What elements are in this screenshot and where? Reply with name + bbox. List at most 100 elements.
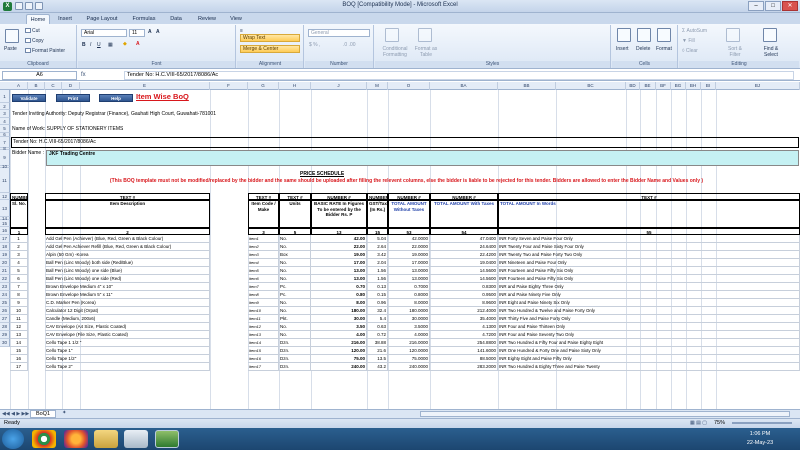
bidder-name-field[interactable]: JKF Trading Centre [46, 150, 799, 166]
maximize-button[interactable]: □ [765, 1, 781, 11]
rate-input-cell[interactable]: 19.00 [311, 251, 367, 259]
decimal-icon[interactable]: .0 .00 [343, 42, 356, 48]
tab-formulas[interactable]: Formulas [127, 14, 161, 24]
font-name-select[interactable]: Arial [81, 29, 127, 37]
tab-view[interactable]: View [225, 14, 247, 24]
clock-date[interactable]: 22-May-23 [730, 440, 790, 446]
column-header-bd[interactable]: BD [626, 82, 640, 90]
number-format-select[interactable]: General [308, 29, 370, 37]
start-button-icon[interactable] [2, 429, 24, 449]
row-header-12[interactable]: 12 [0, 193, 10, 200]
rate-input-cell[interactable]: 240.00 [311, 363, 367, 371]
column-header-h[interactable]: H [279, 82, 311, 90]
column-header-bi[interactable]: BI [701, 82, 716, 90]
row-header-4[interactable]: 4 [0, 118, 10, 125]
shrink-font-button[interactable]: A [156, 29, 160, 35]
table-cell[interactable]: item5 [248, 267, 279, 275]
column-header-m[interactable]: M [367, 82, 388, 90]
cut-button[interactable]: Cut [25, 28, 40, 34]
row-header-23[interactable]: 23 [0, 283, 10, 291]
merge-center-button[interactable]: Merge & Center [240, 45, 300, 53]
column-header-j[interactable]: J [311, 82, 367, 90]
tender-number[interactable]: Tender No: H.C.VIII-65/2017/8086/Ac [11, 137, 799, 148]
tab-page-layout[interactable]: Page Layout [82, 14, 122, 24]
excel-taskbar-icon[interactable] [155, 430, 179, 448]
row-header-18[interactable]: 18 [0, 243, 10, 251]
conditional-formatting-button[interactable]: Conditional Formatting [378, 46, 412, 58]
row-header-17[interactable]: 17 [0, 235, 10, 243]
zoom-slider[interactable] [732, 422, 792, 424]
sheet-nav-icon[interactable]: ◀◀ ◀ ▶ ▶▶ [2, 411, 29, 417]
find-select-button[interactable]: Find & Select [758, 46, 784, 58]
rate-input-cell[interactable]: 0.80 [311, 291, 367, 299]
table-cell[interactable]: item10 [248, 307, 279, 315]
row-header-19[interactable]: 19 [0, 251, 10, 259]
table-cell[interactable]: item8 [248, 291, 279, 299]
row-header-3[interactable]: 3 [0, 110, 10, 118]
clock-time[interactable]: 1:06 PM [730, 431, 790, 437]
conditional-formatting-icon[interactable] [385, 28, 399, 42]
column-header-a[interactable]: A [10, 82, 28, 90]
column-header-bj[interactable]: BJ [716, 82, 800, 90]
rate-input-cell[interactable]: 180.00 [311, 307, 367, 315]
copy-button[interactable]: Copy [25, 38, 44, 44]
validate-button[interactable]: Validate [12, 94, 46, 102]
table-cell[interactable]: item14 [248, 339, 279, 347]
format-painter-button[interactable]: Format Painter [25, 48, 65, 54]
format-cells-icon[interactable] [657, 28, 671, 42]
rate-input-cell[interactable]: 120.00 [311, 347, 367, 355]
fill-color-icon[interactable]: ◆ [123, 41, 127, 47]
print-button[interactable]: Print [56, 94, 90, 102]
row-header-30[interactable]: 30 [0, 339, 10, 347]
table-cell[interactable]: item7 [248, 283, 279, 291]
column-header-b[interactable]: B [28, 82, 45, 90]
row-header-27[interactable]: 27 [0, 315, 10, 323]
row-header-1[interactable]: 1 [0, 90, 10, 103]
sort-filter-icon[interactable] [726, 28, 740, 42]
table-cell[interactable]: item3 [248, 251, 279, 259]
column-header-e[interactable]: E [80, 82, 210, 90]
insert-sheet-icon[interactable]: ✦ [62, 410, 74, 418]
rate-input-cell[interactable]: 17.00 [311, 259, 367, 267]
insert-cells-icon[interactable] [617, 28, 631, 42]
column-header-bg[interactable]: BG [671, 82, 686, 90]
table-cell[interactable]: item15 [248, 347, 279, 355]
row-header-22[interactable]: 22 [0, 275, 10, 283]
delete-cells-icon[interactable] [637, 28, 651, 42]
column-header-ba[interactable]: BA [430, 82, 498, 90]
file-explorer-icon[interactable] [94, 430, 118, 448]
clear-button[interactable]: ◊ Clear [682, 48, 698, 54]
zoom-level[interactable]: 75% [714, 420, 725, 426]
column-header-bf[interactable]: BF [656, 82, 671, 90]
row-header-11[interactable]: 11 [0, 168, 10, 193]
grow-font-button[interactable]: A [148, 29, 152, 35]
row-header-28[interactable]: 28 [0, 323, 10, 331]
font-color-icon[interactable]: A [136, 41, 140, 47]
column-header-bh[interactable]: BH [686, 82, 701, 90]
rate-input-cell[interactable]: 30.00 [311, 315, 367, 323]
tab-insert[interactable]: Insert [53, 14, 77, 24]
table-cell[interactable]: item4 [248, 259, 279, 267]
row-header-16[interactable]: 16 [0, 227, 10, 235]
format-as-table-button[interactable]: Format as Table [413, 46, 439, 58]
rate-input-cell[interactable]: 3.50 [311, 323, 367, 331]
row-header-25[interactable]: 25 [0, 299, 10, 307]
tab-home[interactable]: Home [26, 14, 50, 24]
paste-button[interactable]: Paste [4, 46, 17, 52]
table-cell[interactable]: item17 [248, 363, 279, 371]
table-cell[interactable]: item13 [248, 331, 279, 339]
column-header-d[interactable]: D [62, 82, 80, 90]
paste-icon[interactable] [5, 29, 19, 43]
row-header-13[interactable]: 13 [0, 200, 10, 217]
rate-input-cell[interactable]: 75.00 [311, 355, 367, 363]
rate-input-cell[interactable]: 4.00 [311, 331, 367, 339]
row-header-15[interactable]: 15 [0, 220, 10, 227]
sort-filter-button[interactable]: Sort & Filter [722, 46, 748, 58]
horizontal-scrollbar[interactable] [420, 411, 790, 417]
row-header-26[interactable]: 26 [0, 307, 10, 315]
wrap-text-button[interactable]: Wrap Text [240, 34, 300, 42]
font-size-select[interactable]: 11 [129, 29, 145, 37]
underline-button[interactable]: U [97, 42, 101, 48]
name-box[interactable]: A6 [2, 71, 77, 80]
find-select-icon[interactable] [763, 28, 777, 42]
